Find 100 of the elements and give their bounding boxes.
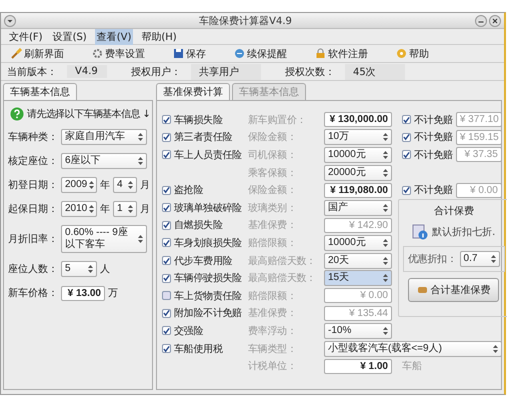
input-field[interactable]: ¥ 130,000.00 bbox=[324, 112, 392, 128]
input-field[interactable]: ¥ 119,080.00 bbox=[324, 182, 392, 198]
lock-icon bbox=[315, 48, 326, 59]
insurance-name: 盗抢险 bbox=[174, 184, 204, 198]
spinner-arrows-icon bbox=[89, 181, 94, 189]
help-icon bbox=[396, 48, 407, 59]
dropdown[interactable]: 4 bbox=[113, 177, 137, 193]
checkbox[interactable] bbox=[162, 186, 171, 195]
field-label: 新车购置价： bbox=[248, 114, 308, 127]
dropdown[interactable]: 1 bbox=[113, 201, 137, 217]
checkbox[interactable] bbox=[162, 344, 171, 354]
dropdown[interactable]: 家庭自用汽车 bbox=[61, 129, 147, 145]
toolbar-button[interactable]: 续保提醒 bbox=[230, 46, 291, 60]
checkmark-icon bbox=[163, 186, 170, 194]
spinner-arrows-icon bbox=[138, 133, 143, 141]
window-menu-icon[interactable] bbox=[4, 14, 16, 26]
checkbox[interactable] bbox=[162, 132, 171, 142]
toolbar-button[interactable]: 保存 bbox=[169, 46, 210, 60]
toolbar-button[interactable]: 刷新界面 bbox=[7, 46, 68, 60]
dropdown[interactable]: 10万 bbox=[324, 129, 392, 146]
info-icon bbox=[412, 224, 428, 240]
dropdown[interactable]: 国产 bbox=[324, 200, 392, 216]
checkmark-icon bbox=[163, 344, 170, 353]
checkbox[interactable] bbox=[162, 274, 171, 283]
dropdown[interactable]: 2009 bbox=[61, 177, 97, 193]
checkmark-icon bbox=[163, 221, 170, 230]
checkbox[interactable] bbox=[162, 220, 171, 230]
checkmark-icon bbox=[163, 133, 170, 142]
toolbar-button[interactable]: 费率设置 bbox=[88, 46, 149, 60]
checkbox[interactable] bbox=[162, 291, 171, 300]
menu-item[interactable]: 文件(F) bbox=[7, 28, 45, 44]
tab[interactable]: 车辆基本信息 bbox=[3, 83, 77, 100]
checkmark-icon bbox=[163, 238, 170, 247]
info-value: 共享用户 bbox=[191, 64, 261, 80]
spinner-arrows-icon bbox=[128, 205, 133, 213]
spinner-arrows-icon bbox=[89, 205, 94, 213]
menu-item[interactable]: 设置(S) bbox=[50, 28, 89, 44]
info-label: 当前版本： bbox=[7, 66, 57, 78]
dropdown[interactable]: -10% bbox=[324, 322, 392, 339]
checkbox[interactable] bbox=[402, 115, 411, 124]
dropdown[interactable]: 5 bbox=[61, 261, 97, 277]
unit-label: 人 bbox=[100, 263, 110, 276]
checkmark-icon bbox=[163, 326, 170, 335]
menu-item[interactable]: 查看(V) bbox=[94, 28, 134, 44]
checkmark-icon bbox=[163, 116, 170, 124]
minimize-icon[interactable] bbox=[475, 14, 487, 26]
input-field[interactable]: ¥ 13.00 bbox=[61, 286, 105, 300]
spinner-arrows-icon bbox=[493, 344, 498, 353]
spinner-arrows-icon bbox=[383, 133, 388, 142]
calculate-button[interactable]: 合计基准保费 bbox=[408, 278, 500, 302]
field-label: 保险金额： bbox=[248, 130, 298, 144]
unit-label: 年 bbox=[100, 203, 110, 216]
checkbox[interactable] bbox=[162, 115, 171, 124]
question-icon bbox=[10, 107, 24, 121]
unit-label: 月 bbox=[140, 203, 150, 216]
tab[interactable]: 基准保费计算 bbox=[156, 83, 230, 100]
field-label: 车船 bbox=[401, 360, 423, 374]
checkbox[interactable] bbox=[162, 238, 171, 248]
input-field: ¥ 377.10 bbox=[456, 112, 502, 128]
insurance-name: 车辆停驶损失险 bbox=[174, 272, 242, 286]
exemption-label: 不计免赔 bbox=[414, 130, 453, 144]
spinner-arrows-icon bbox=[128, 181, 133, 189]
insurance-name: 第三者责任险 bbox=[174, 130, 232, 144]
checkbox[interactable] bbox=[162, 326, 171, 336]
dropdown[interactable]: 10000元 bbox=[324, 234, 392, 251]
checkbox[interactable] bbox=[162, 308, 171, 318]
field-label: 车辆类型： bbox=[248, 342, 298, 356]
field-label: 费率浮动： bbox=[248, 324, 298, 338]
dropdown[interactable]: 10000元 bbox=[324, 146, 392, 163]
dropdown[interactable]: 20天 bbox=[324, 252, 392, 269]
dropdown[interactable]: 15天 bbox=[324, 270, 392, 286]
checkbox[interactable] bbox=[402, 186, 411, 195]
dropdown[interactable]: 0.60% ---- 9座以下客车 bbox=[61, 225, 147, 253]
unit-label: 年 bbox=[100, 179, 110, 192]
checkmark-icon bbox=[163, 150, 170, 159]
checkbox[interactable] bbox=[162, 203, 171, 212]
dropdown[interactable]: 0.7 bbox=[460, 250, 500, 267]
checkbox[interactable] bbox=[402, 150, 411, 160]
summary-title: 合计保费 bbox=[434, 204, 474, 218]
close-icon[interactable] bbox=[489, 14, 501, 26]
toolbar-button[interactable]: 帮助 bbox=[392, 46, 433, 60]
gear-icon bbox=[92, 48, 103, 59]
dropdown[interactable]: 20000元 bbox=[324, 164, 392, 181]
input-field[interactable]: ¥ 1.00 bbox=[324, 358, 392, 374]
checkbox[interactable] bbox=[402, 132, 411, 142]
checkmark-icon bbox=[403, 186, 410, 194]
menu-item[interactable]: 帮助(H) bbox=[139, 28, 179, 44]
checkbox[interactable] bbox=[162, 150, 171, 160]
toolbar-button[interactable]: 软件注册 bbox=[311, 46, 372, 60]
field-label: 赔偿限额： bbox=[248, 290, 298, 303]
dropdown[interactable]: 2010 bbox=[61, 201, 97, 217]
field-label: 初登日期： bbox=[8, 178, 58, 192]
checkbox[interactable] bbox=[162, 256, 171, 266]
field-label: 核定座位： bbox=[8, 154, 58, 168]
info-label: 授权用户： bbox=[131, 66, 181, 78]
field-label: 基准保费： bbox=[248, 306, 298, 320]
dropdown[interactable]: 6座以下 bbox=[61, 153, 147, 169]
spinner-arrows-icon bbox=[383, 204, 388, 212]
spinner-arrows-icon bbox=[490, 254, 496, 263]
dropdown[interactable]: 小型载客汽车(载客<=9人) bbox=[324, 340, 502, 357]
